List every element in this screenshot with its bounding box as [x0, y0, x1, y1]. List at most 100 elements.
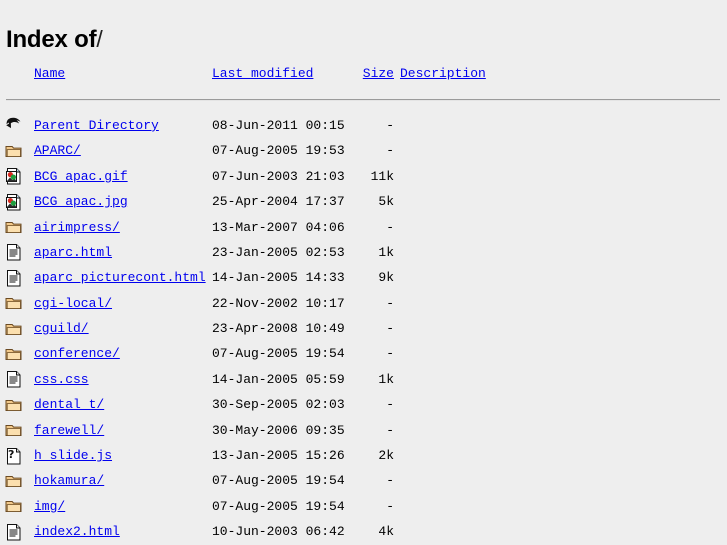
row-size: - — [386, 219, 394, 235]
row-description — [400, 519, 727, 544]
page-title: Index of/ — [6, 24, 103, 55]
row-size: - — [386, 295, 394, 311]
folder-icon — [4, 495, 24, 517]
row-icon-cell — [0, 265, 34, 290]
horizontal-rule — [6, 99, 720, 102]
directory-index-page: Index of/ Name Last modified Size Descri… — [0, 0, 727, 545]
row-size: 11k — [370, 168, 394, 184]
header-name-cell: Name — [34, 62, 212, 87]
file-link[interactable]: cgi-local/ — [34, 296, 112, 311]
header-separator-row — [0, 87, 727, 112]
row-name-cell: BCG apac.gif — [34, 164, 212, 189]
row-size: - — [386, 397, 394, 413]
file-link[interactable]: BCG apac.gif — [34, 169, 128, 184]
file-link[interactable]: dental t/ — [34, 397, 104, 412]
sort-by-date-link[interactable]: Last modified — [212, 66, 313, 81]
row-icon-cell — [0, 164, 34, 189]
row-last-modified: 08-Jun-2011 00:15 — [212, 117, 345, 133]
row-name-cell: cgi-local/ — [34, 291, 212, 316]
table-row: dental t/30-Sep-2005 02:03 - — [0, 392, 727, 417]
file-link[interactable]: BCG apac.jpg — [34, 194, 128, 209]
row-name-cell: aparc picturecont.html — [34, 265, 212, 290]
folder-icon — [4, 470, 24, 492]
file-link[interactable]: APARC/ — [34, 143, 81, 158]
file-link[interactable]: Parent Directory — [34, 118, 159, 133]
row-description — [400, 417, 727, 442]
row-name-cell: Parent Directory — [34, 113, 212, 138]
file-link[interactable]: airimpress/ — [34, 220, 120, 235]
file-link[interactable]: css.css — [34, 372, 89, 387]
svg-text:?: ? — [8, 448, 14, 461]
row-icon-cell — [0, 468, 34, 493]
back-arrow-icon — [4, 114, 24, 136]
file-link[interactable]: h slide.js — [34, 448, 112, 463]
row-last-modified: 07-Aug-2005 19:54 — [212, 473, 345, 489]
folder-icon — [4, 318, 24, 340]
table-row: aparc picturecont.html 14-Jan-2005 14:33 9… — [0, 265, 727, 290]
file-link[interactable]: aparc.html — [34, 245, 112, 260]
file-link[interactable]: aparc picturecont.html — [34, 270, 206, 285]
row-size: 9k — [378, 270, 394, 286]
row-size: - — [386, 346, 394, 362]
row-size: 5k — [378, 194, 394, 210]
row-description — [400, 113, 727, 138]
sort-by-description-link[interactable]: Description — [400, 66, 486, 81]
row-description — [400, 164, 727, 189]
row-name-cell: APARC/ — [34, 138, 212, 163]
row-description — [400, 494, 727, 519]
file-link[interactable]: img/ — [34, 499, 65, 514]
file-link[interactable]: conference/ — [34, 346, 120, 361]
text-file-icon — [4, 267, 24, 289]
row-description — [400, 265, 727, 290]
table-row: css.css 14-Jan-2005 05:59 1k — [0, 367, 727, 392]
table-row: aparc.html 23-Jan-2005 02:53 1k — [0, 240, 727, 265]
row-icon-cell — [0, 494, 34, 519]
folder-icon — [4, 419, 24, 441]
table-row: index2.html 10-Jun-2003 06:42 4k — [0, 519, 727, 544]
table-row: cgi-local/22-Nov-2002 10:17 - — [0, 291, 727, 316]
row-description — [400, 367, 727, 392]
row-size: - — [386, 117, 394, 133]
text-file-icon — [4, 368, 24, 390]
file-link[interactable]: hokamura/ — [34, 473, 104, 488]
header-icon-cell — [0, 62, 34, 87]
unknown-file-icon: ? — [4, 445, 24, 467]
row-last-modified: 07-Jun-2003 21:03 — [212, 168, 345, 184]
row-icon-cell — [0, 189, 34, 214]
row-last-modified: 23-Apr-2008 10:49 — [212, 321, 345, 337]
header-size-cell: Size — [352, 62, 400, 87]
row-icon-cell: ? — [0, 443, 34, 468]
sort-by-size-link[interactable]: Size — [363, 66, 394, 81]
file-link[interactable]: cguild/ — [34, 321, 89, 336]
sort-by-name-link[interactable]: Name — [34, 66, 65, 81]
image-file-icon — [4, 191, 24, 213]
table-row: img/07-Aug-2005 19:54 - — [0, 494, 727, 519]
file-link[interactable]: index2.html — [34, 524, 120, 539]
file-link[interactable]: farewell/ — [34, 423, 104, 438]
table-row: APARC/07-Aug-2005 19:53 - — [0, 138, 727, 163]
table-row: airimpress/13-Mar-2007 04:06 - — [0, 214, 727, 239]
row-icon-cell — [0, 291, 34, 316]
row-name-cell: BCG apac.jpg — [34, 189, 212, 214]
text-file-icon — [4, 241, 24, 263]
row-last-modified: 07-Aug-2005 19:54 — [212, 498, 345, 514]
row-description — [400, 189, 727, 214]
row-size: - — [386, 498, 394, 514]
row-description — [400, 240, 727, 265]
text-file-icon — [4, 521, 24, 543]
folder-icon — [4, 394, 24, 416]
table-row: BCG apac.gif 07-Jun-2003 21:03 11k — [0, 164, 727, 189]
row-icon-cell — [0, 367, 34, 392]
folder-icon — [4, 292, 24, 314]
row-name-cell: conference/ — [34, 341, 212, 366]
folder-icon — [4, 343, 24, 365]
row-last-modified: 30-May-2006 09:35 — [212, 422, 345, 438]
table-row: BCG apac.jpg 25-Apr-2004 17:37 5k — [0, 189, 727, 214]
row-last-modified: 30-Sep-2005 02:03 — [212, 397, 345, 413]
row-last-modified: 22-Nov-2002 10:17 — [212, 295, 345, 311]
row-icon-cell — [0, 214, 34, 239]
row-description — [400, 443, 727, 468]
table-row: farewell/30-May-2006 09:35 - — [0, 417, 727, 442]
table-header-row: Name Last modified Size Description — [0, 62, 727, 87]
row-icon-cell — [0, 341, 34, 366]
